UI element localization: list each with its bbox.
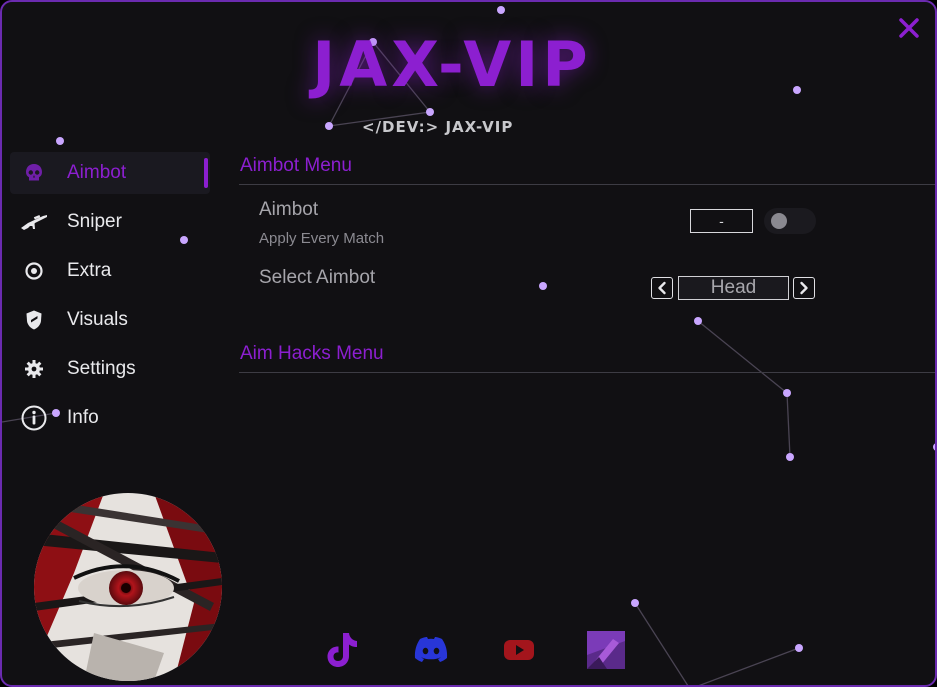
app-subtitle: </DEV:> JAX-VIP (362, 118, 514, 136)
aimbot-option-label: Aimbot (259, 199, 319, 220)
sidebar-item-visuals[interactable]: Visuals (10, 299, 210, 341)
profile-thumbnail-button[interactable] (586, 630, 626, 670)
close-button[interactable] (895, 14, 923, 42)
rifle-icon (10, 211, 58, 233)
chevron-left-icon (658, 281, 666, 295)
aimbot-toggle[interactable] (764, 208, 816, 234)
discord-button[interactable] (411, 630, 451, 670)
tiktok-icon (327, 633, 357, 667)
sidebar-item-aimbot[interactable]: Aimbot (10, 152, 210, 194)
sidebar-item-sniper[interactable]: Sniper (10, 201, 210, 243)
tiktok-button[interactable] (322, 630, 362, 670)
sidebar-item-label: Aimbot (67, 162, 127, 183)
sidebar-item-settings[interactable]: Settings (10, 348, 210, 390)
target-icon (10, 261, 58, 281)
select-aimbot-label: Select Aimbot (259, 267, 376, 288)
aimbot-option-description: Apply Every Match (259, 230, 385, 247)
app-window: JAX-VIP </DEV:> JAX-VIP Aimbot Sniper Ex… (0, 0, 937, 687)
shield-icon (10, 309, 58, 331)
sidebar: Aimbot Sniper Extra Visuals Settings Inf… (10, 152, 210, 446)
app-logo: JAX-VIP (312, 28, 592, 101)
divider (239, 372, 935, 373)
sidebar-item-label: Visuals (67, 309, 128, 330)
sidebar-item-label: Settings (67, 358, 136, 379)
skull-icon (10, 162, 58, 184)
sidebar-item-label: Sniper (67, 211, 122, 232)
profile-thumbnail-icon (587, 631, 625, 669)
sidebar-item-extra[interactable]: Extra (10, 250, 210, 292)
avatar (34, 493, 222, 681)
gear-icon (10, 359, 58, 379)
select-aimbot-value: Head (678, 276, 789, 300)
select-prev-button[interactable] (651, 277, 673, 299)
youtube-button[interactable] (499, 630, 539, 670)
discord-icon (414, 637, 448, 662)
divider (239, 184, 935, 185)
select-next-button[interactable] (793, 277, 815, 299)
section-title-aim-hacks-menu: Aim Hacks Menu (240, 343, 384, 364)
aimbot-keybind-button[interactable]: - (690, 209, 753, 233)
section-title-aimbot-menu: Aimbot Menu (240, 155, 352, 176)
youtube-icon (504, 640, 534, 660)
sidebar-item-label: Extra (67, 260, 112, 281)
sidebar-item-label: Info (67, 407, 99, 428)
sidebar-item-info[interactable]: Info (10, 397, 210, 439)
chevron-right-icon (800, 281, 808, 295)
info-icon (10, 405, 58, 431)
toggle-knob (771, 213, 787, 229)
close-icon (899, 18, 919, 38)
